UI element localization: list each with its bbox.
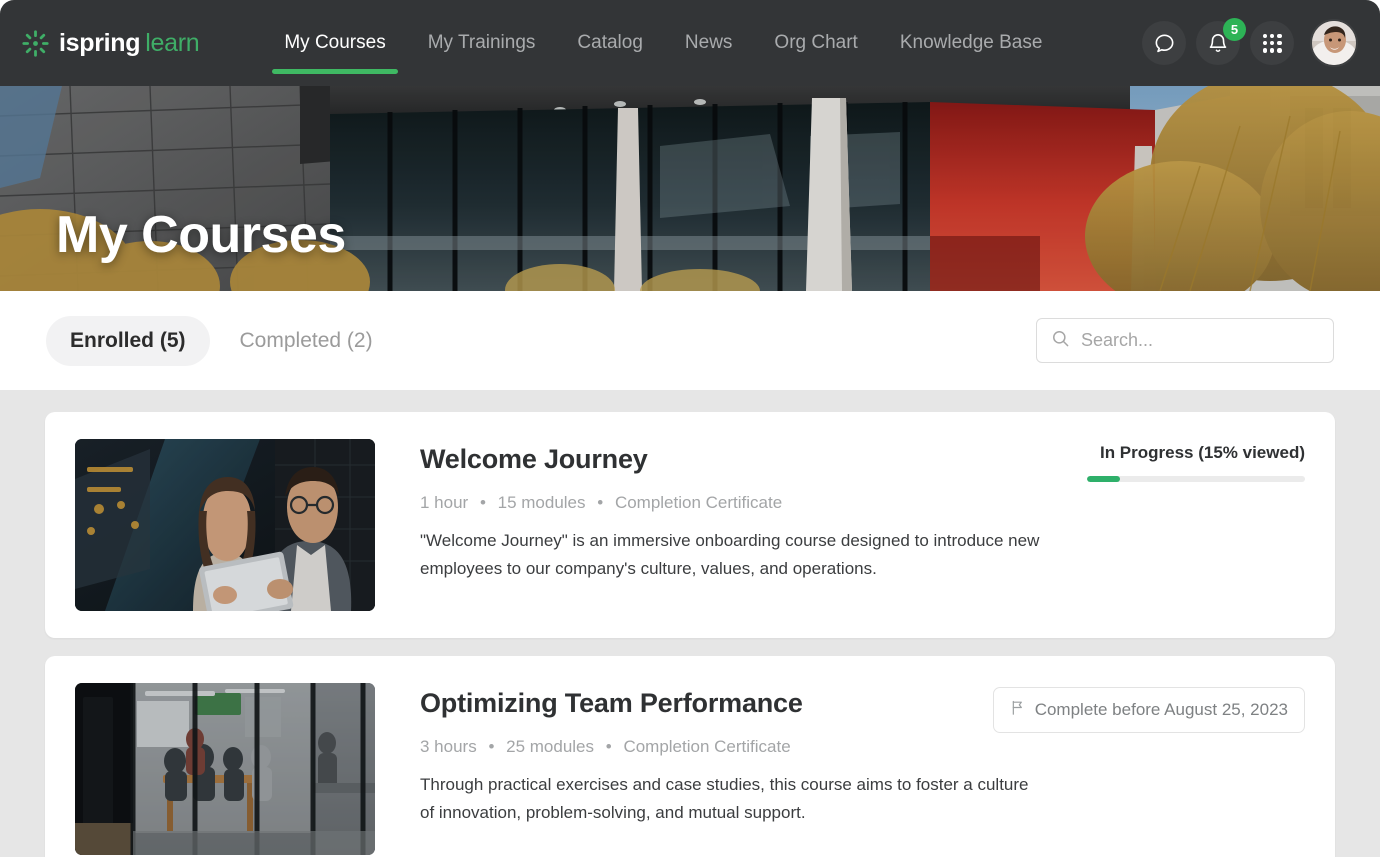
- progress-bar: [1087, 476, 1305, 482]
- flag-icon: [1010, 699, 1026, 721]
- due-date-badge: Complete before August 25, 2023: [992, 687, 1305, 733]
- application-window: ispring learn My Courses My Trainings Cat…: [0, 0, 1380, 857]
- course-modules: 25 modules: [506, 737, 595, 756]
- tab-label: Completed (2): [239, 328, 373, 352]
- page-title: My Courses: [56, 206, 346, 264]
- course-duration: 1 hour: [420, 493, 469, 512]
- course-modules: 15 modules: [497, 493, 586, 512]
- meta-separator: •: [488, 737, 495, 756]
- meta-separator: •: [479, 493, 486, 512]
- nav-label: My Trainings: [427, 32, 536, 53]
- course-info: Welcome Journey 1 hour • 15 modules • Co…: [420, 439, 1042, 611]
- notifications-badge: 5: [1223, 18, 1246, 41]
- course-description: "Welcome Journey" is an immersive onboar…: [420, 531, 1040, 579]
- apps-button[interactable]: [1250, 21, 1294, 65]
- due-date-label: Complete before August 25, 2023: [1034, 700, 1288, 719]
- course-card[interactable]: Welcome Journey 1 hour • 15 modules • Co…: [45, 412, 1335, 638]
- course-certificate: Completion Certificate: [614, 493, 783, 512]
- meta-separator: •: [605, 737, 612, 756]
- main-nav: My Courses My Trainings Catalog News Org…: [263, 0, 1142, 86]
- course-description: Through practical exercises and case stu…: [420, 775, 1029, 823]
- tab-completed[interactable]: Completed (2): [216, 316, 397, 366]
- nav-label: My Courses: [284, 32, 386, 53]
- course-duration: 3 hours: [420, 737, 477, 756]
- nav-item-catalog[interactable]: Catalog: [556, 0, 664, 86]
- search-icon: [1051, 329, 1070, 353]
- status-label: In Progress (15% viewed): [1099, 443, 1305, 462]
- nav-item-knowledge-base[interactable]: Knowledge Base: [879, 0, 1064, 86]
- progress-bar-fill: [1087, 476, 1120, 482]
- course-title: Optimizing Team Performance: [420, 688, 803, 718]
- nav-item-org-chart[interactable]: Org Chart: [753, 0, 878, 86]
- search-box[interactable]: [1036, 318, 1334, 363]
- course-filter-tabs: Enrolled (5) Completed (2): [46, 315, 397, 366]
- brand-name-secondary: learn: [145, 28, 200, 57]
- course-meta: 3 hours • 25 modules • Completion Certif…: [420, 737, 1042, 757]
- course-title: Welcome Journey: [420, 444, 648, 474]
- nav-actions: 5: [1142, 18, 1358, 67]
- hero-banner: My Courses: [0, 86, 1380, 291]
- nav-label: Catalog: [577, 32, 643, 53]
- app-shell: ispring learn My Courses My Trainings Cat…: [0, 0, 1380, 857]
- tab-enrolled[interactable]: Enrolled (5): [46, 315, 210, 366]
- top-navigation-bar: ispring learn My Courses My Trainings Cat…: [0, 0, 1380, 86]
- course-certificate: Completion Certificate: [623, 737, 791, 756]
- brand-wordmark: ispring learn: [59, 28, 200, 58]
- meta-separator: •: [597, 493, 604, 512]
- nav-item-my-trainings[interactable]: My Trainings: [407, 0, 557, 86]
- chat-button[interactable]: [1142, 21, 1186, 65]
- nav-item-news[interactable]: News: [664, 0, 754, 86]
- user-avatar[interactable]: [1310, 19, 1358, 67]
- course-status: In Progress (15% viewed): [1087, 439, 1305, 611]
- apps-grid-icon: [1262, 33, 1282, 53]
- search-input[interactable]: [1081, 330, 1319, 351]
- course-meta: 1 hour • 15 modules • Completion Certifi…: [420, 493, 1042, 513]
- tab-label: Enrolled (5): [70, 328, 186, 352]
- nav-label: Org Chart: [774, 32, 858, 53]
- notifications-button[interactable]: 5: [1196, 18, 1246, 65]
- course-card[interactable]: Optimizing Team Performance 3 hours • 25…: [45, 656, 1335, 857]
- brand-logo[interactable]: ispring learn: [22, 28, 200, 58]
- nav-label: News: [684, 32, 733, 53]
- nav-label: Knowledge Base: [899, 32, 1043, 53]
- chat-bubble-icon: [1153, 32, 1176, 55]
- nav-item-my-courses[interactable]: My Courses: [263, 0, 406, 86]
- course-thumbnail: [75, 683, 375, 855]
- course-list: Welcome Journey 1 hour • 15 modules • Co…: [0, 390, 1380, 857]
- course-thumbnail: [75, 439, 375, 611]
- ispring-sunburst-icon: [22, 29, 49, 57]
- filter-bar: Enrolled (5) Completed (2): [0, 291, 1380, 390]
- course-info: Optimizing Team Performance 3 hours • 25…: [420, 683, 1042, 855]
- brand-name-primary: ispring: [59, 28, 141, 57]
- course-status: Complete before August 25, 2023: [992, 683, 1305, 855]
